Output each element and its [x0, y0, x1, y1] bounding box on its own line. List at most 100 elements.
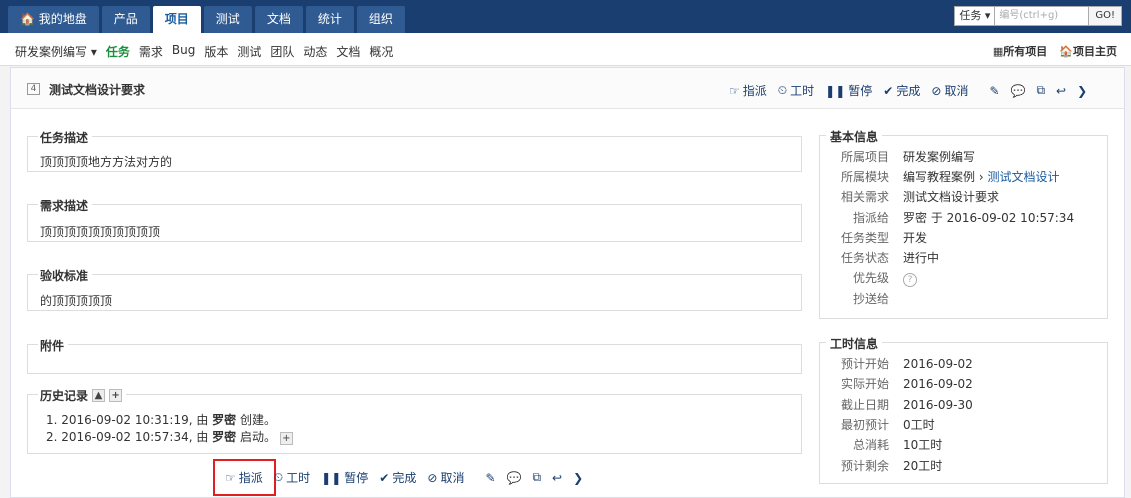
comment-icon: 💬 [1010, 83, 1026, 98]
info-key: 任务状态 [840, 251, 889, 265]
story-desc-section: 需求描述 顶顶顶顶顶顶顶顶顶顶 [27, 197, 802, 242]
edit-button[interactable]: ✎ [485, 471, 495, 485]
task-desc-content: 顶顶顶顶地方方法对方的 [40, 155, 173, 169]
finish-button[interactable]: ✔ 完成 [883, 82, 920, 99]
assign-button[interactable]: ☞ 指派 [729, 82, 767, 99]
project-switcher[interactable]: 研发案例编写 ▾ [15, 43, 97, 60]
info-key: 预计开始 [840, 357, 889, 371]
expand-history-button[interactable]: + [279, 432, 293, 445]
files-section: 附件 [27, 337, 802, 374]
info-key: 指派给 [852, 211, 889, 225]
subnav-item-team[interactable]: 团队 [270, 43, 294, 60]
page-title: 测试文档设计要求 [49, 83, 146, 97]
verify-content: 的顶顶顶顶顶 [40, 294, 113, 308]
subnav-item-story[interactable]: 需求 [139, 43, 163, 60]
pause-button[interactable]: ❚❚ 暂停 [321, 469, 368, 486]
copy-button[interactable]: ⧉ [532, 470, 541, 485]
pause-button[interactable]: ❚❚ 暂停 [825, 82, 872, 99]
verify-section: 验收标准 的顶顶顶顶顶 [27, 267, 802, 311]
history-section: 历史记录 ▲ + 1. 2016-09-02 10:31:19, 由 罗密 创建… [27, 387, 802, 454]
task-desc-section: 任务描述 顶顶顶顶地方方法对方的 [27, 129, 802, 172]
info-row-project: 所属项目 研发案例编写 [820, 149, 1107, 165]
module-link[interactable]: 测试文档设计 [987, 170, 1059, 184]
history-item: 2. 2016-09-02 10:57:34, 由 罗密 启动。 + [46, 429, 293, 446]
info-key: 截止日期 [840, 398, 889, 412]
all-projects-link[interactable]: ▦所有项目 [993, 43, 1047, 59]
history-item-text: 1. 2016-09-02 10:31:19, 由 [46, 413, 213, 427]
info-key: 预计剩余 [840, 459, 889, 473]
subnav-item-build[interactable]: 版本 [204, 43, 228, 60]
effort-row: 总消耗 10工时 [820, 437, 1107, 453]
info-row-status: 任务状态 进行中 [820, 250, 1107, 266]
hand-point-icon: ☞ [225, 470, 236, 485]
tab-report[interactable]: 统计 [305, 6, 354, 33]
assign-button[interactable]: ☞ 指派 [225, 469, 263, 486]
copy-button[interactable]: ⧉ [1036, 83, 1045, 98]
next-button[interactable]: ❯ [1077, 84, 1087, 98]
subnav-item-view[interactable]: 概况 [369, 43, 393, 60]
info-row-story: 相关需求 测试文档设计要求 [820, 189, 1107, 205]
story-link[interactable]: 测试文档设计要求 [903, 189, 999, 205]
history-title-wrap: 历史记录 ▲ + [38, 387, 127, 404]
comment-button[interactable]: 💬 [507, 471, 522, 485]
tab-doc[interactable]: 文档 [254, 6, 303, 33]
history-action: 创建。 [236, 413, 276, 427]
finish-button[interactable]: ✔ 完成 [379, 469, 416, 486]
info-value: 2016-09-30 [903, 398, 973, 412]
cancel-label: 取消 [440, 471, 465, 485]
back-button[interactable]: ↩ [1056, 84, 1066, 98]
subnav-item-bug[interactable]: Bug [172, 43, 195, 60]
tab-qa[interactable]: 测试 [203, 6, 252, 33]
panel-title: 基本信息 [826, 128, 883, 145]
subnav-item-dynamic[interactable]: 动态 [303, 43, 327, 60]
expand-all-button[interactable]: + [109, 389, 123, 402]
priority-value: ? [903, 270, 917, 287]
search-box: 任务 ▾ 编号(ctrl+g) GO! [954, 6, 1122, 26]
history-item: 1. 2016-09-02 10:31:19, 由 罗密 创建。 [46, 412, 293, 429]
sort-up-button[interactable]: ▲ [92, 389, 106, 402]
tab-company[interactable]: 组织 [356, 6, 405, 33]
reply-icon: ↩ [1056, 83, 1067, 98]
back-button[interactable]: ↩ [552, 471, 562, 485]
module-path: 编写教程案例 › 测试文档设计 [903, 169, 1059, 185]
search-go-button[interactable]: GO! [1089, 6, 1122, 26]
tab-product[interactable]: 产品 [101, 6, 150, 33]
question-icon: ? [903, 273, 917, 287]
search-input[interactable]: 编号(ctrl+g) [995, 6, 1090, 26]
hand-point-icon: ☞ [729, 83, 740, 98]
hours-button[interactable]: ⏲ 工时 [778, 82, 814, 99]
check-circle-icon: ✔ [883, 83, 894, 98]
search-type-select[interactable]: 任务 ▾ [954, 6, 996, 26]
subnav-item-task[interactable]: 任务 [106, 43, 130, 60]
subnav-item-testtask[interactable]: 测试 [237, 43, 261, 60]
tab-project[interactable]: 项目 [152, 6, 201, 33]
sub-nav: 研发案例编写 ▾ 任务 需求 Bug 版本 测试 团队 动态 文档 概况 ▦所有… [0, 33, 1131, 66]
main-menu: 🏠 我的地盘 产品 项目 测试 文档 统计 组织 [8, 6, 408, 33]
check-circle-icon: ✔ [379, 470, 390, 485]
effort-row: 最初预计 0工时 [820, 417, 1107, 433]
info-key: 所属项目 [840, 150, 889, 164]
finish-label: 完成 [896, 84, 921, 98]
info-key: 相关需求 [840, 190, 889, 204]
top-actions: ☞ 指派 ⏲ 工时 ❚❚ 暂停 ✔ 完成 ⊘ 取消 ✎ 💬 ⧉ ↩ ❯ [729, 82, 1098, 99]
history-user: 罗密 [212, 413, 237, 427]
subnav-item-doc[interactable]: 文档 [336, 43, 360, 60]
info-row-pri: 优先级? [820, 270, 1107, 287]
effort-row: 预计剩余 20工时 [820, 458, 1107, 474]
next-button[interactable]: ❯ [573, 471, 583, 485]
project-home-link[interactable]: 🏠项目主页 [1059, 43, 1117, 59]
tab-my[interactable]: 🏠 我的地盘 [8, 6, 99, 33]
info-value: 2016-09-02 [903, 377, 973, 391]
edit-button[interactable]: ✎ [989, 84, 999, 98]
effort-info-panel: 工时信息 预计开始 2016-09-02 实际开始 2016-09-02 截止日期 2… [819, 335, 1108, 484]
hours-button[interactable]: ⏲ 工时 [274, 469, 310, 486]
basic-info-panel: 基本信息 所属项目 研发案例编写 所属模块 编写教程案例 › 测试文档设计 相关需求… [819, 128, 1108, 319]
cancel-button[interactable]: ⊘ 取消 [427, 469, 464, 486]
cancel-button[interactable]: ⊘ 取消 [931, 82, 968, 99]
clock-icon: ⏲ [777, 83, 788, 97]
clock-icon: ⏲ [273, 470, 284, 484]
info-key: 任务类型 [840, 231, 889, 245]
comment-button[interactable]: 💬 [1011, 84, 1026, 98]
project-link[interactable]: 研发案例编写 [903, 149, 975, 165]
history-item-text: 2. 2016-09-02 10:57:34, 由 [46, 430, 213, 444]
